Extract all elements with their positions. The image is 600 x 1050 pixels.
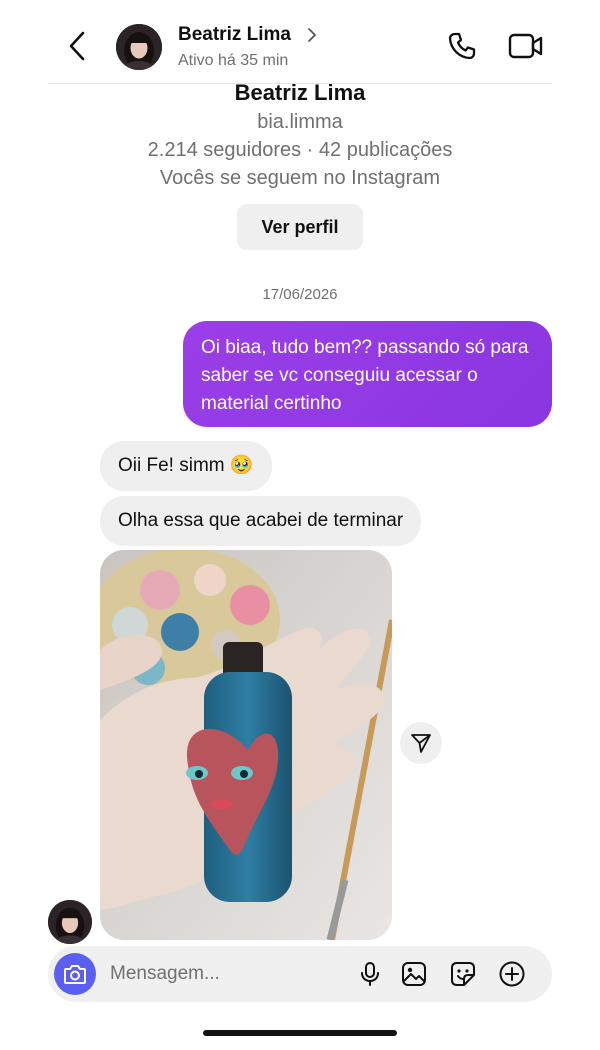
active-status: Ativo há 35 min	[178, 52, 289, 69]
profile-username: bia.limma	[257, 111, 343, 133]
chat-header: Beatriz Lima Ativo há 35 min	[0, 0, 600, 84]
chevron-right-icon[interactable]	[305, 25, 319, 45]
profile-stats: 2.214 seguidores · 42 publicações	[147, 139, 453, 161]
outgoing-message[interactable]: Oi biaa, tudo bem?? passando só para sab…	[183, 321, 552, 427]
phone-icon	[448, 32, 476, 60]
camera-button[interactable]	[54, 953, 96, 995]
clay-figure-photo	[100, 550, 392, 940]
sticker-icon[interactable]	[449, 960, 477, 988]
incoming-message[interactable]: Oii Fe! simm 🥹	[100, 441, 272, 491]
back-button[interactable]	[62, 28, 92, 64]
photo-message[interactable]	[100, 550, 392, 940]
message-input[interactable]	[110, 946, 350, 1002]
home-indicator[interactable]	[203, 1030, 397, 1036]
contact-name[interactable]: Beatriz Lima	[178, 24, 291, 46]
share-icon	[411, 734, 431, 753]
gallery-icon[interactable]	[400, 960, 428, 988]
message-composer	[48, 946, 552, 1002]
mic-icon[interactable]	[356, 960, 384, 988]
profile-summary: Beatriz Lima bia.limma 2.214 seguidores …	[0, 78, 600, 192]
voice-call-button[interactable]	[446, 30, 478, 62]
share-photo-button[interactable]	[400, 722, 442, 764]
profile-name: Beatriz Lima	[234, 80, 366, 105]
plus-icon[interactable]	[498, 960, 526, 988]
video-icon	[508, 33, 543, 59]
back-icon	[69, 31, 85, 61]
thread-date: 17/06/2026	[262, 286, 338, 303]
video-call-button[interactable]	[508, 32, 544, 60]
incoming-message[interactable]: Olha essa que acabei de terminar	[100, 496, 422, 546]
view-profile-button[interactable]: Ver perfil	[237, 204, 363, 250]
camera-icon	[64, 965, 86, 984]
sender-avatar[interactable]	[48, 900, 92, 944]
header-avatar[interactable]	[116, 24, 162, 70]
mutual-follow-text: Vocês se seguem no Instagram	[159, 167, 441, 189]
